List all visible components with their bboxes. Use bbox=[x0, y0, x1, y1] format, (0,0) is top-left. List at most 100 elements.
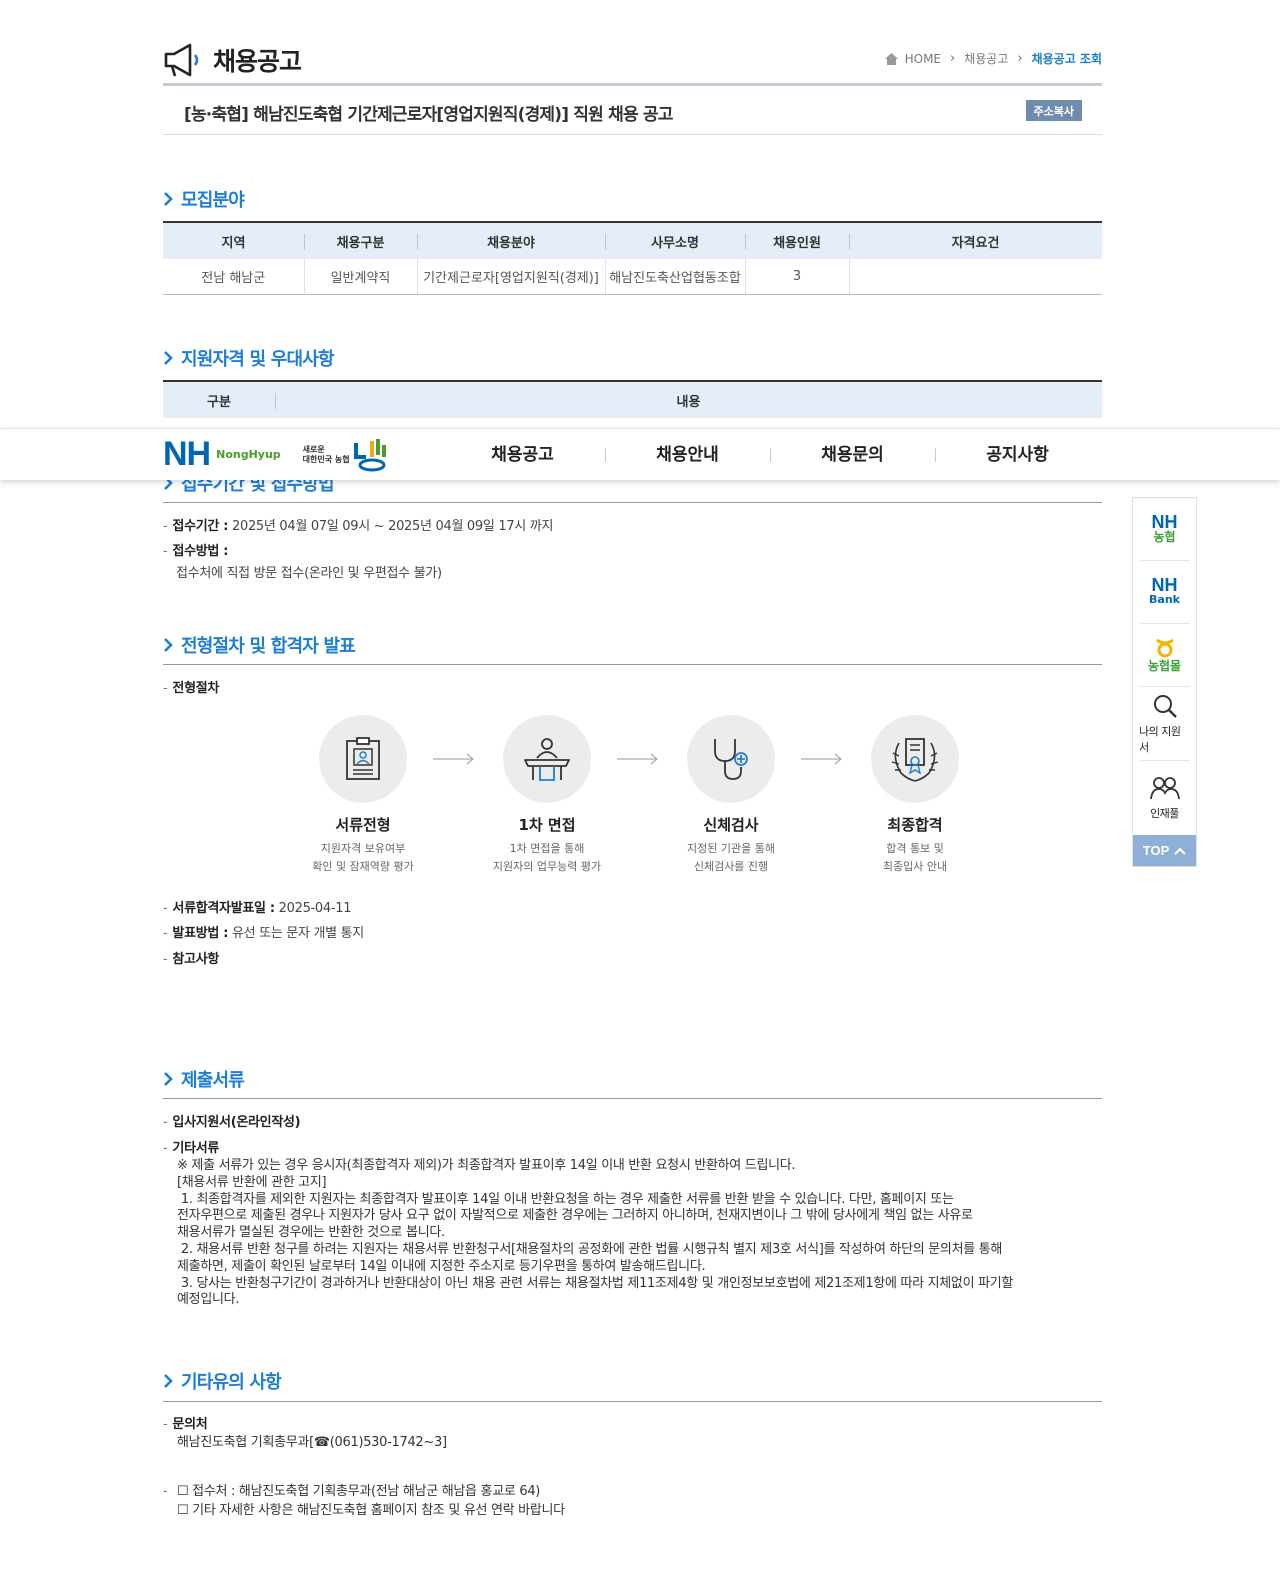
reception-method-value: 접수처에 직접 방문 접수(온라인 및 우편접수 불가) bbox=[176, 566, 442, 581]
arrow-right-icon bbox=[433, 753, 474, 765]
global-nav-bar: NH NongHyup 새로운 대한민국 농협 채용공고 채용안내 채용문의 공… bbox=[0, 428, 1280, 480]
quick-menu: NH 농협 NH Bank 농협몰 나의 지원서 인재풀 TOP bbox=[1132, 497, 1197, 867]
page-header: 채용공고 HOME › 채용공고 › 채용공고 조회 bbox=[163, 38, 1102, 86]
laurel-certificate-icon bbox=[891, 738, 939, 782]
quick-link-nh-mall[interactable]: 농협몰 bbox=[1139, 624, 1190, 687]
table-row: 전남 해남군 일반계약직 기간제근로자[영업지원직(경제)] 해남진도축산업협동… bbox=[163, 259, 1102, 295]
step-desc: 1차 면접을 통해 지원자의 업무능력 평가 bbox=[492, 842, 602, 873]
step-document: 서류전형 지원자격 보유여부 확인 및 잠재역량 평가 bbox=[307, 715, 419, 876]
table-header-row: 지역 채용구분 채용분야 사무소명 채용인원 자격요건 bbox=[163, 221, 1102, 259]
page-title: 채용공고 bbox=[163, 42, 302, 78]
quick-link-nonghyup[interactable]: NH 농협 bbox=[1139, 498, 1190, 561]
quick-link-my-application[interactable]: 나의 지원서 bbox=[1139, 687, 1190, 761]
step-interview: 1차 면접 1차 면접을 통해 지원자의 업무능력 평가 bbox=[491, 715, 603, 876]
chevron-right-icon bbox=[164, 638, 173, 652]
chevron-up-icon bbox=[1174, 847, 1186, 855]
chevron-right-icon bbox=[164, 192, 173, 206]
nh-logo[interactable]: NH NongHyup 새로운 대한민국 농협 bbox=[163, 435, 392, 474]
step-medical: 신체검사 지정된 기관을 통해 신체검사를 진행 bbox=[675, 715, 787, 876]
nonghyup-mall-logo-icon bbox=[1155, 638, 1174, 657]
chevron-right-icon: › bbox=[950, 51, 956, 66]
stethoscope-icon bbox=[714, 739, 748, 780]
section-process-heading: 전형절차 및 합격자 발표 bbox=[163, 632, 356, 658]
column-header: 내용 bbox=[275, 380, 1102, 418]
nong-symbol-icon bbox=[353, 438, 386, 471]
document-icon bbox=[346, 737, 380, 780]
scroll-top-button[interactable]: TOP bbox=[1133, 835, 1196, 866]
step-title: 1차 면접 bbox=[518, 816, 576, 834]
step-desc: 지정된 기관을 통해 신체검사를 진행 bbox=[687, 842, 775, 873]
contact-value: 해남진도축협 기획총무과[☎(061)530-1742~3] bbox=[177, 1435, 447, 1450]
process-steps: 서류전형 지원자격 보유여부 확인 및 잠재역량 평가 1차 면접 1차 면접을… bbox=[307, 715, 969, 875]
main-menu: 채용공고 채용안내 채용문의 공지사항 bbox=[440, 429, 1100, 481]
chevron-right-icon: › bbox=[1017, 51, 1023, 66]
section-documents-heading: 제출서류 bbox=[163, 1066, 245, 1092]
table-cell: 해남진도축산업협동조합 bbox=[605, 259, 746, 295]
column-header: 채용분야 bbox=[417, 221, 605, 259]
step-circle bbox=[687, 715, 775, 803]
quick-nh-logo: NH bbox=[1151, 511, 1178, 532]
menu-item-notice[interactable]: 공지사항 bbox=[935, 429, 1100, 481]
home-icon bbox=[884, 52, 898, 65]
step-circle bbox=[319, 715, 407, 803]
contact-label: - 문의처 bbox=[163, 1417, 208, 1432]
search-icon bbox=[1153, 694, 1177, 718]
menu-item-inquiry[interactable]: 채용문의 bbox=[770, 429, 935, 481]
arrow-right-icon bbox=[801, 753, 842, 765]
table-cell: 전남 해남군 bbox=[163, 259, 305, 295]
step-circle bbox=[871, 715, 959, 803]
menu-item-recruit[interactable]: 채용공고 bbox=[440, 429, 605, 481]
section-etc-heading: 기타유의 사항 bbox=[163, 1368, 282, 1394]
divider bbox=[163, 1401, 1102, 1402]
notice-title-bar: [농·축협] 해남진도축협 기간제근로자[영업지원직(경제)] 직원 채용 공고… bbox=[163, 89, 1102, 135]
quick-nh-logo: NH bbox=[1151, 575, 1178, 595]
column-header: 자격요건 bbox=[849, 221, 1102, 259]
column-header: 지역 bbox=[163, 221, 304, 259]
announce-date: - 서류합격자발표일 : 2025-04-11 bbox=[163, 901, 352, 916]
notice-title: [농·축협] 해남진도축협 기간제근로자[영업지원직(경제)] 직원 채용 공고 bbox=[184, 105, 673, 125]
breadcrumb-home[interactable]: HOME bbox=[905, 52, 941, 66]
copy-address-button[interactable]: 주소복사 bbox=[1025, 100, 1082, 121]
breadcrumb: HOME › 채용공고 › 채용공고 조회 bbox=[884, 50, 1102, 67]
breadcrumb-recruit[interactable]: 채용공고 bbox=[964, 50, 1008, 67]
document-item-application: - 입사지원서(온라인작성) bbox=[163, 1115, 301, 1130]
step-title: 최종합격 bbox=[887, 816, 943, 834]
notes-label: - 참고사항 bbox=[163, 952, 220, 967]
quick-link-nh-bank[interactable]: NH Bank bbox=[1139, 561, 1190, 624]
divider bbox=[163, 664, 1102, 665]
announce-method: - 발표방법 : 유선 또는 문자 개별 통지 bbox=[163, 926, 364, 941]
step-desc: 지원자격 보유여부 확인 및 잠재역량 평가 bbox=[312, 842, 414, 873]
column-header: 구분 bbox=[163, 380, 275, 418]
section-recruit-heading: 모집분야 bbox=[163, 186, 245, 212]
megaphone-icon bbox=[164, 43, 199, 77]
interview-podium-icon bbox=[524, 738, 570, 781]
table-cell bbox=[849, 259, 1102, 295]
column-header: 채용인원 bbox=[745, 221, 849, 259]
people-group-icon bbox=[1149, 777, 1180, 800]
menu-item-guide[interactable]: 채용안내 bbox=[605, 429, 770, 481]
reception-period: - 접수기간 : 2025년 04월 07일 09시 ~ 2025년 04월 09… bbox=[163, 519, 554, 534]
section-qualification-heading: 지원자격 및 우대사항 bbox=[163, 345, 335, 371]
etc-note-bullet: - bbox=[163, 1484, 168, 1499]
process-sub-label: - 전형절차 bbox=[163, 681, 220, 696]
recruit-table: 지역 채용구분 채용분야 사무소명 채용인원 자격요건 전남 해남군 일반계약직… bbox=[163, 221, 1102, 295]
documents-notice-text: ※ 제출 서류가 있는 경우 응시자(최종합격자 제외)가 최종합격자 발표이후… bbox=[177, 1158, 1014, 1308]
divider bbox=[163, 1098, 1102, 1099]
breadcrumb-current: 채용공고 조회 bbox=[1031, 52, 1102, 66]
quick-link-talent-pool[interactable]: 인재풀 bbox=[1139, 761, 1190, 835]
step-circle bbox=[503, 715, 591, 803]
arrow-right-icon bbox=[617, 753, 658, 765]
logo-nonghyup: NongHyup bbox=[216, 448, 281, 461]
etc-note-line2: ☐ 기타 자세한 사항은 해남진도축협 홈페이지 참조 및 유선 연락 바랍니다 bbox=[177, 1503, 565, 1518]
divider bbox=[163, 502, 1102, 503]
chevron-right-icon bbox=[164, 1072, 173, 1086]
etc-note-line1: ☐ 접수처 : 해남진도축협 기획총무과(전남 해남군 해남읍 홍교로 64) bbox=[177, 1484, 541, 1499]
step-desc: 합격 통보 및 최종입사 안내 bbox=[882, 842, 948, 873]
logo-slogan: 새로운 대한민국 농협 bbox=[302, 444, 350, 464]
reception-method: - 접수방법 : bbox=[163, 544, 229, 559]
table-cell: 기간제근로자[영업지원직(경제)] bbox=[417, 259, 606, 295]
document-item-other: - 기타서류 bbox=[163, 1141, 220, 1156]
table-cell: 일반계약직 bbox=[304, 259, 418, 295]
column-header: 사무소명 bbox=[605, 221, 745, 259]
logo-nh: NH bbox=[163, 435, 211, 473]
